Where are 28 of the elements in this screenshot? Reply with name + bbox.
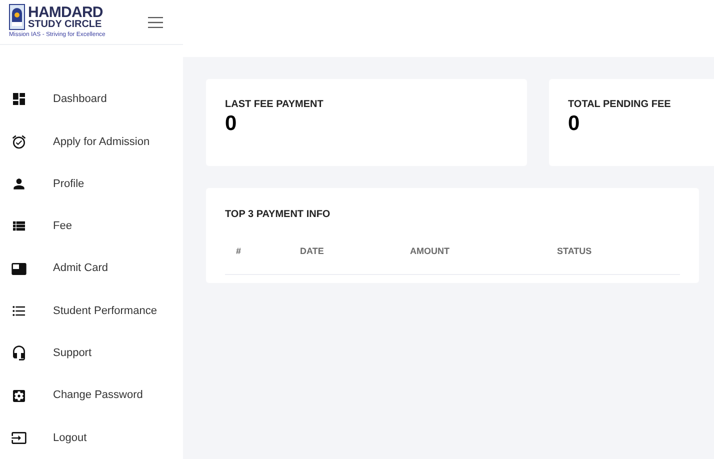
sidebar-item[interactable]: Fee — [53, 218, 72, 235]
column-header: # — [236, 246, 242, 256]
column-header: AMOUNT — [410, 246, 450, 256]
sidebar-item[interactable]: Support — [53, 345, 92, 362]
logo-icon — [9, 4, 25, 30]
dashboard-icon — [11, 91, 27, 108]
card-icon — [11, 260, 27, 277]
column-header: STATUS — [557, 246, 592, 256]
brand-subtitle: STUDY CIRCLE — [28, 20, 103, 30]
sidebar-item[interactable]: Change Password — [53, 387, 143, 404]
brand-name: HAMDARD — [28, 4, 103, 20]
logout-icon — [11, 430, 27, 446]
sidebar-item[interactable]: Apply for Admission — [53, 134, 150, 150]
person-icon — [11, 176, 27, 192]
menu-icon[interactable] — [148, 16, 163, 28]
card-title: TOP 3 PAYMENT INFO — [225, 208, 332, 222]
sidebar-item[interactable]: Admit Card — [53, 260, 108, 277]
stat-value: 0 — [568, 112, 581, 136]
stat-value: 0 — [225, 112, 238, 136]
column-header: DATE — [300, 246, 324, 256]
sidebar-item[interactable]: Logout — [53, 430, 87, 446]
sidebar-item[interactable]: Student Performance — [53, 302, 157, 320]
alarm-clock-icon — [11, 134, 27, 150]
sidebar-item[interactable]: Profile — [53, 176, 84, 192]
headset-icon — [11, 345, 27, 362]
sidebar-item[interactable]: Dashboard — [53, 91, 107, 108]
stat-title: LAST FEE PAYMENT — [225, 98, 324, 112]
stat-title: TOTAL PENDING FEE — [568, 98, 672, 112]
